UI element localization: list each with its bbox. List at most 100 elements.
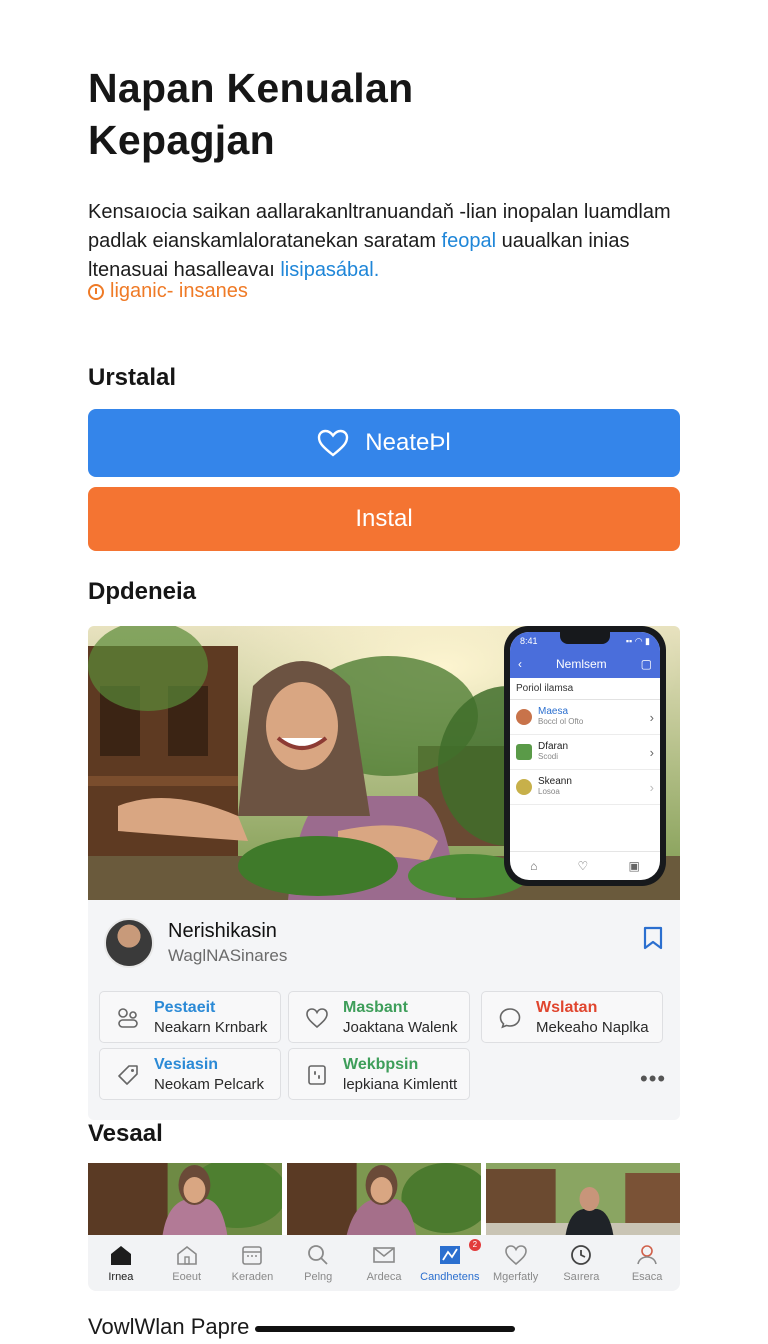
document-icon: [308, 1065, 326, 1085]
tab-label: Esaca: [631, 1271, 663, 1283]
phone-tab-bar: ⌂ ♡ ▣: [510, 851, 660, 880]
description-line-1: Kensaıocia saikan aallarakanltranuandaň …: [88, 201, 671, 223]
heart-icon[interactable]: ♡: [578, 859, 589, 873]
map-icon: [439, 1246, 460, 1264]
feature-chip[interactable]: Wslatan Mekeaho Naplka: [481, 991, 663, 1043]
chip-title: Vesiasin: [154, 1056, 219, 1073]
developer-name: Nerishikasin: [168, 920, 277, 942]
tab-profile[interactable]: Esaca: [614, 1235, 680, 1291]
phone-header: ‹ Nemlsem ▢: [510, 650, 660, 678]
feature-chip[interactable]: Wekbpsin lepkiana Kimlentt: [288, 1048, 470, 1100]
avatar: [516, 779, 532, 795]
favorite-button[interactable]: NeateÞl: [88, 409, 680, 477]
search-icon: [308, 1245, 328, 1265]
chevron-right-icon: ›: [649, 709, 654, 725]
developer-subtitle: WaglNASinares: [168, 946, 288, 965]
description-link[interactable]: feopal: [442, 230, 497, 252]
signal-icon: ▪▪ ◠ ▮: [625, 635, 650, 646]
home-icon[interactable]: ⌂: [530, 859, 537, 873]
bottom-tab-bar: Irnea Eoeut Keraden Pelng Ardeca 2 Candh…: [88, 1235, 680, 1291]
app-page: Napan Kenualan Kepagjan Kensaıocia saika…: [0, 0, 768, 1344]
chip-subtitle: Mekeaho Naplka: [536, 1019, 649, 1036]
phone-list-name: Skeann: [538, 776, 572, 787]
phone-list-item[interactable]: Dfaran Scodi ›: [510, 735, 660, 770]
chip-title: Pestaeit: [154, 999, 216, 1016]
tab-history[interactable]: Saırera: [548, 1235, 614, 1291]
phone-list-item[interactable]: Maesa Boccl ol Ofto ›: [510, 700, 660, 735]
gallery-strip: [88, 1163, 680, 1235]
calendar-icon: [242, 1246, 263, 1265]
gallery-thumbnail[interactable]: [88, 1163, 282, 1235]
title-line-1: Napan Kenualan: [88, 65, 414, 111]
tab-candidates[interactable]: 2 Candhetens: [417, 1235, 483, 1291]
phone-list-text: Dfaran Scodi: [538, 742, 644, 762]
users-icon: [118, 1008, 138, 1028]
phone-list-text: Skeann Losoa: [538, 777, 644, 797]
description-text: ltenasuai hasalleavaı: [88, 259, 281, 281]
page-title: Napan Kenualan Kepagjan: [88, 62, 688, 166]
gallery-thumbnail[interactable]: [486, 1163, 680, 1235]
more-options-icon[interactable]: •••: [640, 1066, 666, 1092]
home-icon: [110, 1246, 131, 1265]
tab-label: Pelng: [304, 1271, 333, 1283]
tab-label: Keraden: [231, 1271, 274, 1283]
tab-explore[interactable]: Eoeut: [154, 1235, 220, 1291]
bookmark-icon[interactable]: [642, 926, 664, 950]
preview-section-heading: Dpdeneia: [88, 578, 197, 605]
square-icon[interactable]: ▣: [629, 859, 640, 873]
avatar[interactable]: [104, 918, 154, 968]
phone-list-item[interactable]: Skeann Losoa ›: [510, 770, 660, 805]
chat-bubble-icon: [499, 1008, 521, 1029]
feature-chip[interactable]: Vesiasin Neokam Pelcark: [99, 1048, 281, 1100]
phone-subheader: Poriol ilamsa: [510, 678, 660, 700]
gallery-section-heading: Vesaal: [88, 1120, 163, 1147]
install-button-label: Instal: [355, 505, 413, 532]
installs-label: liganic- insanes: [110, 280, 248, 302]
back-icon[interactable]: ‹: [518, 657, 522, 671]
tab-search[interactable]: Pelng: [285, 1235, 351, 1291]
chip-subtitle: Joaktana Walenk: [343, 1019, 458, 1036]
user-icon: [637, 1245, 657, 1265]
tab-label: Saırera: [563, 1271, 600, 1283]
phone-header-title: Nemlsem: [555, 657, 607, 671]
chip-title: Wslatan: [536, 999, 598, 1016]
tab-label: Eoeut: [172, 1271, 202, 1283]
chip-subtitle: Neakarn Krnbark: [154, 1019, 268, 1036]
preview-card: 8:41 ▪▪ ◠ ▮ ‹ Nemlsem ▢ Poriol ilamsa Ma…: [88, 626, 680, 1120]
description-link[interactable]: lisipasábal.: [280, 259, 379, 281]
avatar: [516, 709, 532, 725]
developer-profile: Nerishikasin WaglNASinares: [88, 900, 680, 980]
feature-chip[interactable]: Pestaeit Neakarn Krnbark: [99, 991, 281, 1043]
phone-list-name: Dfaran: [538, 741, 569, 752]
install-section-heading: Urstalal: [88, 364, 177, 391]
tag-icon: [118, 1065, 138, 1085]
feature-chip[interactable]: Masbant Joaktana Walenk: [288, 991, 470, 1043]
favorite-button-label: NeateÞl: [365, 429, 451, 456]
chip-subtitle: Neokam Pelcark: [154, 1076, 265, 1093]
tab-favorites[interactable]: Mgerfatly: [483, 1235, 549, 1291]
chip-subtitle: lepkiana Kimlentt: [343, 1076, 458, 1093]
home-indicator[interactable]: [255, 1326, 515, 1332]
phone-list-name: Maesa: [538, 706, 569, 717]
gallery-thumbnail[interactable]: [287, 1163, 481, 1235]
app-description: Kensaıocia saikan aallarakanltranuandaň …: [88, 198, 688, 285]
install-button[interactable]: Instal: [88, 487, 680, 551]
tab-calendar[interactable]: Keraden: [220, 1235, 286, 1291]
heart-icon: [318, 429, 349, 457]
house-outline-icon: [176, 1245, 197, 1265]
tab-home[interactable]: Irnea: [88, 1235, 154, 1291]
tab-label: Ardeca: [366, 1271, 402, 1283]
tab-label: Irnea: [108, 1271, 134, 1283]
tab-mail[interactable]: Ardeca: [351, 1235, 417, 1291]
phone-list-sub: Losoa: [538, 787, 560, 796]
clock-icon: [571, 1245, 592, 1265]
tab-label: Mgerfatly: [492, 1271, 539, 1283]
info-icon: [88, 283, 104, 300]
phone-list-text: Maesa Boccl ol Ofto: [538, 707, 644, 727]
installs-info: liganic- insanes: [88, 280, 248, 303]
chevron-right-icon: ›: [649, 744, 654, 760]
phone-mockup: 8:41 ▪▪ ◠ ▮ ‹ Nemlsem ▢ Poriol ilamsa Ma…: [504, 626, 666, 886]
square-icon[interactable]: ▢: [641, 657, 652, 671]
chip-title: Masbant: [343, 999, 408, 1016]
phone-time: 8:41: [520, 636, 538, 646]
